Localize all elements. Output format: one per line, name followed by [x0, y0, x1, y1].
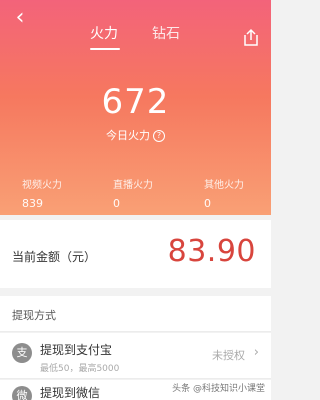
stat-value: 0: [113, 197, 120, 210]
method-title: 提现到微信: [40, 386, 101, 400]
stat-other-firepower: 其他火力 0: [204, 176, 244, 210]
today-firepower-label-row: 今日火力?: [0, 127, 271, 143]
stat-live-firepower: 直播火力 0: [113, 176, 153, 210]
stat-value: 839: [22, 197, 43, 210]
today-firepower-label: 今日火力: [106, 129, 150, 142]
tab-zuanshi[interactable]: 钻石: [152, 23, 180, 43]
method-title: 提现到支付宝: [40, 343, 113, 357]
wechat-icon: 微: [12, 386, 32, 400]
stat-label: 其他火力: [204, 180, 244, 191]
top-bar: ‹ 火力 钻石: [0, 0, 271, 50]
alipay-icon: 支: [12, 343, 32, 363]
back-icon[interactable]: ‹: [8, 6, 32, 30]
withdraw-section-title: 提现方式: [12, 309, 56, 322]
hero-panel: ‹ 火力 钻石 672 今日火力? 视频火力 839 直播火力 0 其他火力 0: [0, 0, 271, 215]
tab-huoli[interactable]: 火力: [90, 23, 118, 43]
balance-label: 当前金额（元）: [12, 250, 97, 264]
balance-value: 83.90: [167, 234, 256, 269]
withdraw-method-alipay[interactable]: 支 提现到支付宝 最低50，最高5000 未授权 ›: [0, 333, 271, 379]
balance-card: 当前金额（元） 83.90: [0, 220, 271, 288]
share-icon[interactable]: [241, 28, 261, 48]
stat-label: 视频火力: [22, 180, 62, 191]
method-status: 未授权: [212, 349, 245, 362]
stat-value: 0: [204, 197, 211, 210]
watermark: 头条 @科技知识小课堂: [172, 384, 265, 394]
chevron-right-icon: ›: [253, 345, 259, 360]
active-tab-indicator: [90, 48, 120, 50]
method-limit: 最低50，最高5000: [40, 364, 120, 374]
stat-label: 直播火力: [113, 180, 153, 191]
today-firepower-value: 672: [101, 82, 170, 122]
stat-video-firepower: 视频火力 839: [22, 176, 62, 210]
help-icon[interactable]: ?: [153, 130, 165, 142]
withdraw-section-header: 提现方式: [0, 296, 271, 332]
